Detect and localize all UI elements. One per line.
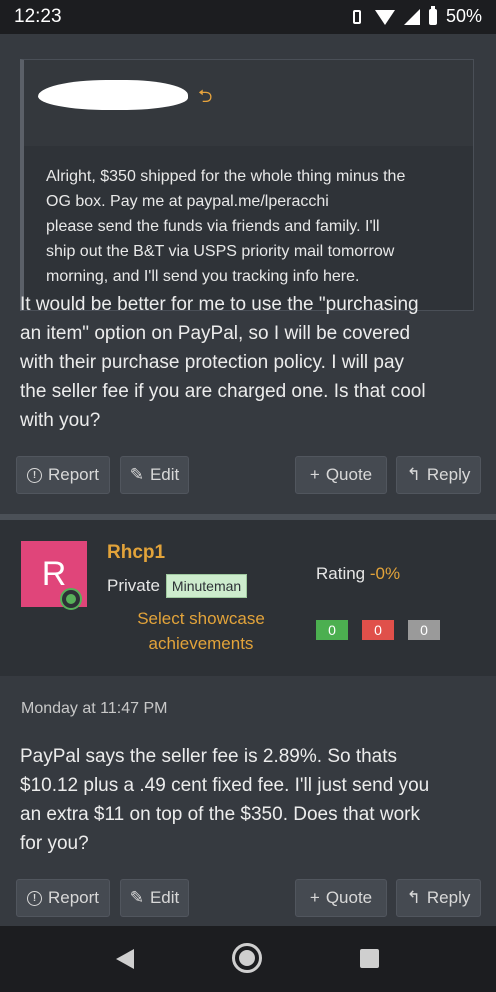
battery-icon	[428, 5, 437, 25]
edit-label: Edit	[149, 465, 180, 484]
showcase-line: Select showcase	[137, 609, 265, 628]
body-line: PayPal says the seller fee is 2.89%. So …	[20, 746, 398, 767]
rating: Rating -0%	[316, 564, 400, 584]
post-body: It would be better for me to use the "pu…	[20, 290, 478, 435]
rank-badge: Minuteman	[165, 574, 248, 598]
quote-button[interactable]: + Quote	[295, 456, 387, 494]
body-line: It would be better for me to use the "pu…	[20, 294, 419, 315]
online-status-icon	[60, 588, 82, 610]
warning-icon: !	[26, 890, 42, 906]
warning-icon: !	[26, 467, 42, 483]
status-icons: 50%	[348, 5, 482, 27]
positive-rating-badge[interactable]: 0	[316, 620, 348, 640]
body-line: for you?	[20, 833, 89, 854]
edit-label: Edit	[149, 888, 180, 907]
edit-button[interactable]: ✎ Edit	[120, 456, 189, 494]
navigation-bar	[0, 926, 496, 992]
recent-apps-icon[interactable]	[360, 949, 379, 968]
post-1: ⮌ Alright, $350 shipped for the whole th…	[0, 34, 496, 514]
negative-rating-badge[interactable]: 0	[362, 620, 394, 640]
home-icon[interactable]	[232, 943, 262, 973]
body-line: an extra $11 on top of the $350. Does th…	[20, 804, 420, 825]
quote-line: OG box. Pay me at paypal.me/lperacchi	[46, 193, 329, 210]
rating-value: -0%	[369, 564, 401, 583]
select-showcase-link[interactable]: Select showcase achievements	[116, 606, 286, 656]
post-body: PayPal says the seller fee is 2.89%. So …	[20, 742, 480, 858]
quote-label: Quote	[325, 465, 373, 484]
pencil-icon: ✎	[129, 465, 144, 484]
reply-button[interactable]: ↰ Reply	[396, 879, 481, 917]
battery-percent: 50%	[445, 6, 482, 26]
user-info-block: R Rhcp1 Private Minuteman Select showcas…	[0, 520, 496, 676]
quote-header: ⮌	[24, 60, 473, 146]
back-icon[interactable]	[116, 949, 134, 969]
body-line: $10.12 plus a .49 cent fixed fee. I'll j…	[20, 775, 430, 796]
report-label: Report	[47, 465, 100, 484]
body-line: an item" option on PayPal, so I will be …	[20, 323, 411, 344]
user-rank: Private Minuteman	[107, 574, 248, 598]
pencil-icon: ✎	[129, 888, 144, 907]
go-to-quote-icon[interactable]: ⮌	[198, 84, 212, 114]
status-time: 12:23	[14, 6, 62, 27]
quote-label: Quote	[325, 888, 373, 907]
rating-label: Rating	[316, 564, 366, 583]
reply-icon: ↰	[406, 888, 421, 907]
report-button[interactable]: ! Report	[16, 456, 110, 494]
reply-button[interactable]: ↰ Reply	[396, 456, 481, 494]
cell-signal-icon	[403, 8, 420, 25]
reply-label: Reply	[426, 888, 471, 907]
plus-icon: +	[309, 465, 320, 484]
quote-text: Alright, $350 shipped for the whole thin…	[46, 164, 466, 289]
edit-button[interactable]: ✎ Edit	[120, 879, 189, 917]
quote-button[interactable]: + Quote	[295, 879, 387, 917]
plus-icon: +	[309, 888, 320, 907]
wifi-icon	[374, 10, 395, 25]
body-line: with their purchase protection policy. I…	[20, 352, 405, 373]
username-link[interactable]: Rhcp1	[107, 542, 165, 564]
body-line: with you?	[20, 410, 101, 431]
reply-icon: ↰	[406, 465, 421, 484]
quote-block: ⮌ Alright, $350 shipped for the whole th…	[20, 59, 474, 311]
quote-line: morning, and I'll send you tracking info…	[46, 268, 360, 285]
rank-label: Private	[107, 576, 160, 595]
report-button[interactable]: ! Report	[16, 879, 110, 917]
avatar-letter: R	[41, 554, 67, 593]
status-bar: 12:23 50%	[0, 0, 496, 34]
report-label: Report	[47, 888, 100, 907]
showcase-line: achievements	[148, 634, 254, 653]
post-timestamp[interactable]: Monday at 11:47 PM	[21, 700, 167, 718]
neutral-rating-badge[interactable]: 0	[408, 620, 440, 640]
vibrate-icon	[348, 8, 366, 26]
redacted-username	[38, 80, 188, 110]
reply-label: Reply	[426, 465, 471, 484]
quote-line: ship out the B&T via USPS priority mail …	[46, 243, 395, 260]
quote-line: please send the funds via friends and fa…	[46, 218, 380, 235]
body-line: the seller fee if you are charged one. I…	[20, 381, 426, 402]
post-2: Monday at 11:47 PM PayPal says the selle…	[0, 676, 496, 926]
quote-line: Alright, $350 shipped for the whole thin…	[46, 168, 406, 185]
